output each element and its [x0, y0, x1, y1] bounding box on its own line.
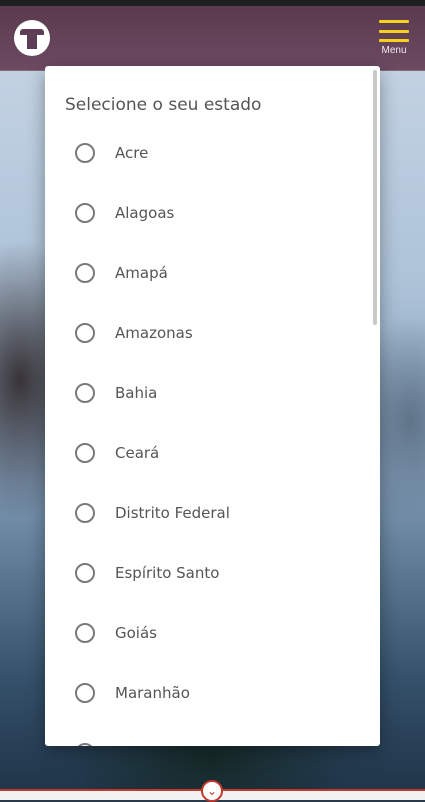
state-option-espirito-santo[interactable]: Espírito Santo: [45, 543, 380, 603]
radio-button[interactable]: [75, 443, 95, 463]
radio-button[interactable]: [75, 263, 95, 283]
dialog-title: Selecione o seu estado: [65, 95, 262, 115]
bus-stop-logo-icon[interactable]: [14, 20, 50, 56]
state-option-goias[interactable]: Goiás: [45, 603, 380, 663]
radio-button[interactable]: [75, 323, 95, 343]
state-option-label: Bahia: [115, 384, 158, 402]
radio-button[interactable]: [75, 743, 95, 746]
state-option-alagoas[interactable]: Alagoas: [45, 183, 380, 243]
state-option-label: Goiás: [115, 624, 157, 642]
state-option-amazonas[interactable]: Amazonas: [45, 303, 380, 363]
radio-button[interactable]: [75, 503, 95, 523]
state-option-amapa[interactable]: Amapá: [45, 243, 380, 303]
state-option-label: Maranhão: [115, 684, 190, 702]
state-option-acre[interactable]: Acre: [45, 123, 380, 183]
state-option-label: Alagoas: [115, 204, 175, 222]
radio-button[interactable]: [75, 383, 95, 403]
hamburger-menu-icon: [379, 20, 409, 42]
state-option-label: Amapá: [115, 264, 168, 282]
state-option-bahia[interactable]: Bahia: [45, 363, 380, 423]
state-option-label: Espírito Santo: [115, 564, 220, 582]
menu-button[interactable]: Menu: [377, 20, 411, 62]
app-header: Menu: [0, 6, 425, 71]
state-option-label: Ceará: [115, 444, 160, 462]
radio-button[interactable]: [75, 143, 95, 163]
state-option-label: Acre: [115, 144, 149, 162]
state-option-ceara[interactable]: Ceará: [45, 423, 380, 483]
state-option-maranhao[interactable]: Maranhão: [45, 663, 380, 723]
state-select-dialog: Selecione o seu estado Acre Alagoas Amap…: [45, 66, 380, 746]
state-option-list: Acre Alagoas Amapá Amazonas Bahia Ceará …: [45, 123, 380, 746]
state-option-label: Amazonas: [115, 324, 193, 342]
radio-button[interactable]: [75, 683, 95, 703]
radio-button[interactable]: [75, 203, 95, 223]
state-option-distrito-federal[interactable]: Distrito Federal: [45, 483, 380, 543]
chevron-down-icon[interactable]: ⌄: [201, 780, 223, 802]
state-option-partial[interactable]: [45, 723, 380, 746]
radio-button[interactable]: [75, 563, 95, 583]
radio-button[interactable]: [75, 623, 95, 643]
menu-label: Menu: [381, 45, 407, 56]
state-option-label: Distrito Federal: [115, 504, 230, 522]
